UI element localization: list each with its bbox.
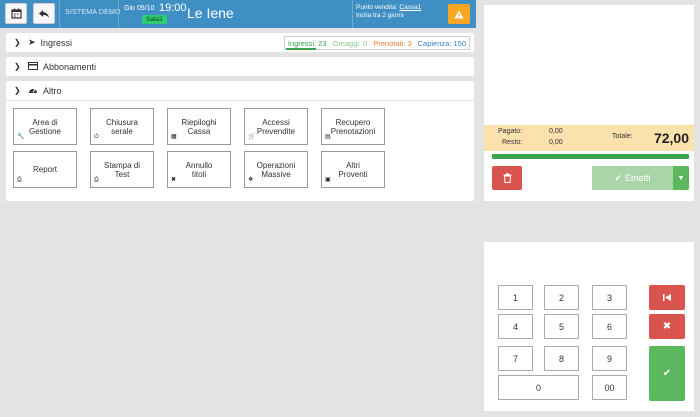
dashboard-icon (28, 86, 38, 96)
key-4[interactable]: 4 (498, 314, 533, 339)
tile-report[interactable]: Report ⎙ (13, 151, 77, 188)
tile-recupero-prenotazioni[interactable]: Recupero Prenotazioni ▤ (321, 108, 385, 145)
keypad-panel: 1 2 3 4 5 6 7 8 9 0 00 ✖ ✔ (484, 242, 694, 411)
show-time: 19:00 (159, 2, 187, 14)
tile-stampa-test[interactable]: Stampa di Test ⎙ (90, 151, 154, 188)
emetti-label: Emetti (625, 173, 651, 183)
header-divider (118, 0, 119, 28)
pagato-label: Pagato: (498, 128, 523, 135)
warning-icon (454, 10, 464, 18)
wrench-icon: 🔧 (17, 134, 25, 140)
show-title: Le Iene (187, 5, 234, 21)
book-icon: ▤ (325, 134, 331, 140)
header-divider (352, 0, 353, 28)
calendar-button[interactable] (5, 3, 27, 24)
key-6[interactable]: 6 (592, 314, 627, 339)
emetti-button[interactable]: ✔ Emetti (592, 166, 673, 190)
sala-badge: Sala2 (142, 15, 167, 24)
show-date: Gio 05/10 (124, 5, 155, 12)
key-2[interactable]: 2 (544, 285, 579, 310)
resto-value: 0,00 (549, 139, 563, 146)
stat-ingressi: Ingressi: 23 (287, 38, 327, 48)
emetti-dropdown-button[interactable]: ▼ (673, 166, 689, 190)
key-1[interactable]: 1 (498, 285, 533, 310)
chevron-right-icon: ❯ (14, 62, 21, 71)
ingressi-section: ❯ ➤ Ingressi Ingressi: 23 Omaggi: 0 Pren… (6, 33, 474, 53)
abbonamenti-label: Abbonamenti (43, 61, 97, 72)
top-bar: SISTEMA DEMO Gio 05/10 19:00 Sala2 Le Ie… (0, 0, 476, 28)
close-icon: ✖ (171, 177, 177, 183)
payment-progress (492, 154, 689, 159)
chevron-down-icon: ❯ (14, 86, 21, 95)
capacity-progress (285, 48, 316, 50)
capacity-stats: Ingressi: 23 Omaggi: 0 Prenotati: 3 Capi… (283, 36, 470, 50)
chevron-right-icon: ❯ (14, 38, 21, 47)
totale-value: 72,00 (653, 130, 689, 146)
key-8[interactable]: 8 (544, 346, 579, 371)
clear-button[interactable]: ✖ (649, 314, 685, 339)
key-9[interactable]: 9 (592, 346, 627, 371)
print-icon: ⎙ (17, 177, 22, 183)
ingressi-label: Ingressi (40, 37, 73, 48)
stat-capienza: Capienza: 150 (417, 38, 466, 48)
tile-altri-proventi[interactable]: Altri Proventi ▣ (321, 151, 385, 188)
reply-icon (39, 9, 49, 18)
back-button[interactable] (33, 3, 55, 24)
abbonamenti-header[interactable]: ❯ Abbonamenti (6, 57, 474, 77)
key-3[interactable]: 3 (592, 285, 627, 310)
stat-prenotati: Prenotati: 3 (373, 38, 412, 48)
resto-label: Resto: (502, 139, 523, 146)
calendar-icon (10, 8, 22, 19)
warning-button[interactable] (448, 4, 470, 24)
pos-label: Punto vendita: (356, 4, 400, 11)
system-label: SISTEMA DEMO (65, 9, 121, 16)
pos-link[interactable]: Cassa1 (399, 4, 421, 11)
power-icon: ⏻ (94, 134, 99, 140)
cart-icon: 🛒 (248, 134, 256, 140)
key-7[interactable]: 7 (498, 346, 533, 371)
tile-annullo-titoli[interactable]: Annullo titoli ✖ (167, 151, 231, 188)
check-icon: ✔ (614, 172, 623, 183)
caret-down-icon: ▼ (677, 174, 685, 182)
print-icon: ⎙ (94, 177, 99, 183)
payment-summary: Pagato: 0,00 Resto: 0,00 Totale: 72,00 (484, 125, 694, 151)
stat-omaggi: Omaggi: 0 (332, 38, 368, 48)
altro-label: Altro (43, 85, 62, 96)
cubes-icon: ❖ (248, 177, 254, 183)
check-icon: ✔ (662, 368, 672, 379)
key-5[interactable]: 5 (544, 314, 579, 339)
backspace-button[interactable] (649, 285, 685, 310)
tile-area-gestione[interactable]: Area di Gestione 🔧 (13, 108, 77, 145)
calculator-icon: ▦ (171, 134, 177, 140)
ingressi-header[interactable]: ❯ ➤ Ingressi Ingressi: 23 Omaggi: 0 Pren… (6, 33, 474, 53)
altro-header[interactable]: ❯ Altro (6, 81, 474, 101)
pos-start-note: Inizia tra 2 giorni (356, 12, 404, 19)
delete-button[interactable] (492, 166, 522, 190)
totale-label: Totale: (612, 133, 633, 140)
step-backward-icon (663, 294, 671, 301)
tile-riepiloghi-cassa[interactable]: Riepiloghi Cassa ▦ (167, 108, 231, 145)
confirm-button[interactable]: ✔ (649, 346, 685, 401)
tile-operazioni-massive[interactable]: Operazioni Massive ❖ (244, 151, 308, 188)
card-icon (28, 61, 38, 72)
trash-icon (503, 173, 511, 183)
tile-accessi-prevendite[interactable]: Accessi Prevendite 🛒 (244, 108, 308, 145)
key-0[interactable]: 0 (498, 375, 579, 400)
close-icon: ✖ (662, 321, 672, 332)
pagato-value: 0,00 (549, 128, 563, 135)
tile-chiusura-serale[interactable]: Chiusura serale ⏻ (90, 108, 154, 145)
key-00[interactable]: 00 (592, 375, 627, 400)
point-of-sale-info: Punto vendita: Cassa1 Inizia tra 2 giorn… (356, 4, 421, 20)
tickets-icon: ➤ (28, 37, 36, 47)
header-divider (59, 0, 60, 28)
abbonamenti-section: ❯ Abbonamenti (6, 57, 474, 77)
money-icon: ▣ (325, 177, 331, 183)
payment-panel: Pagato: 0,00 Resto: 0,00 Totale: 72,00 ✔… (484, 5, 694, 201)
